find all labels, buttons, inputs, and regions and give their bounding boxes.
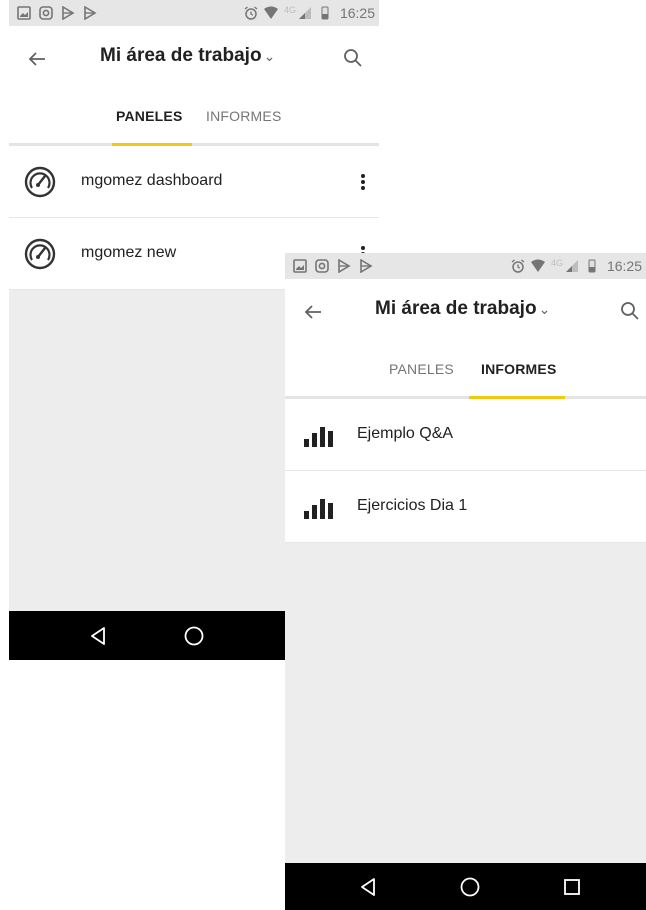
search-icon[interactable]: [341, 46, 365, 70]
nav-home-icon[interactable]: [182, 624, 206, 648]
wifi-icon: [530, 259, 545, 272]
dashboard-gauge-icon: [24, 166, 56, 198]
gallery-notification-icon: [17, 6, 31, 20]
dashboard-gauge-icon: [24, 238, 56, 270]
search-icon[interactable]: [618, 299, 642, 323]
tab-informes[interactable]: INFORMES: [481, 361, 557, 377]
nav-back-icon[interactable]: [356, 875, 380, 899]
back-arrow-icon[interactable]: [25, 47, 49, 71]
nav-home-icon[interactable]: [458, 875, 482, 899]
nav-recents-icon[interactable]: [560, 875, 584, 899]
app-bar: Mi área de trabajo ⌄: [9, 26, 379, 92]
tab-informes[interactable]: INFORMES: [206, 108, 282, 124]
tab-paneles[interactable]: PANELES: [116, 108, 183, 124]
report-bar-chart-icon: [304, 499, 333, 519]
tab-bar: PANELES INFORMES: [9, 92, 379, 146]
status-bar: 4G 16:25: [285, 253, 646, 279]
chevron-down-icon: ⌄: [538, 301, 551, 317]
tab-paneles[interactable]: PANELES: [389, 361, 454, 377]
chevron-down-icon: ⌄: [263, 48, 276, 64]
status-bar: 4G 16:25: [9, 0, 379, 26]
page-title: Mi área de trabajo: [100, 45, 262, 66]
workspace-selector[interactable]: Mi área de trabajo ⌄: [375, 298, 550, 320]
instagram-notification-icon: [315, 259, 329, 273]
item-label: Ejemplo Q&A: [357, 425, 454, 442]
network-type-label: 4G: [550, 258, 563, 268]
wifi-icon: [263, 6, 278, 19]
app-bar: Mi área de trabajo ⌄: [285, 279, 646, 345]
page-title: Mi área de trabajo: [375, 298, 537, 319]
alarm-icon: [244, 6, 258, 20]
back-arrow-icon[interactable]: [301, 300, 325, 324]
gallery-notification-icon: [293, 259, 307, 273]
play-notification-icon: [84, 6, 97, 20]
more-options-icon[interactable]: [355, 170, 371, 194]
instagram-notification-icon: [39, 6, 53, 20]
workspace-selector[interactable]: Mi área de trabajo ⌄: [100, 45, 275, 67]
play-notification-icon: [360, 259, 373, 273]
nav-back-icon[interactable]: [86, 624, 110, 648]
item-label: mgomez dashboard: [81, 172, 223, 189]
signal-icon: [298, 7, 311, 19]
tab-bar: PANELES INFORMES: [285, 345, 646, 399]
list-item[interactable]: mgomez dashboard: [9, 146, 379, 218]
item-label: Ejercicios Dia 1: [357, 497, 468, 514]
alarm-icon: [511, 259, 525, 273]
list-item[interactable]: Ejercicios Dia 1: [285, 471, 646, 543]
report-bar-chart-icon: [304, 427, 333, 447]
signal-icon: [565, 260, 578, 272]
battery-icon: [588, 259, 596, 273]
report-list: Ejemplo Q&A Ejercicios Dia 1: [285, 399, 646, 543]
list-item[interactable]: Ejemplo Q&A: [285, 399, 646, 471]
network-type-label: 4G: [283, 5, 296, 15]
item-label: mgomez new: [81, 244, 177, 261]
status-time: 16:25: [339, 5, 375, 21]
status-time: 16:25: [606, 258, 642, 274]
play-notification-icon: [338, 259, 351, 273]
system-nav-bar: [285, 863, 646, 910]
play-notification-icon: [62, 6, 75, 20]
phone-screen-reports: 4G 16:25 Mi área de trabajo ⌄ PANELES IN…: [285, 253, 646, 910]
battery-icon: [321, 6, 329, 20]
